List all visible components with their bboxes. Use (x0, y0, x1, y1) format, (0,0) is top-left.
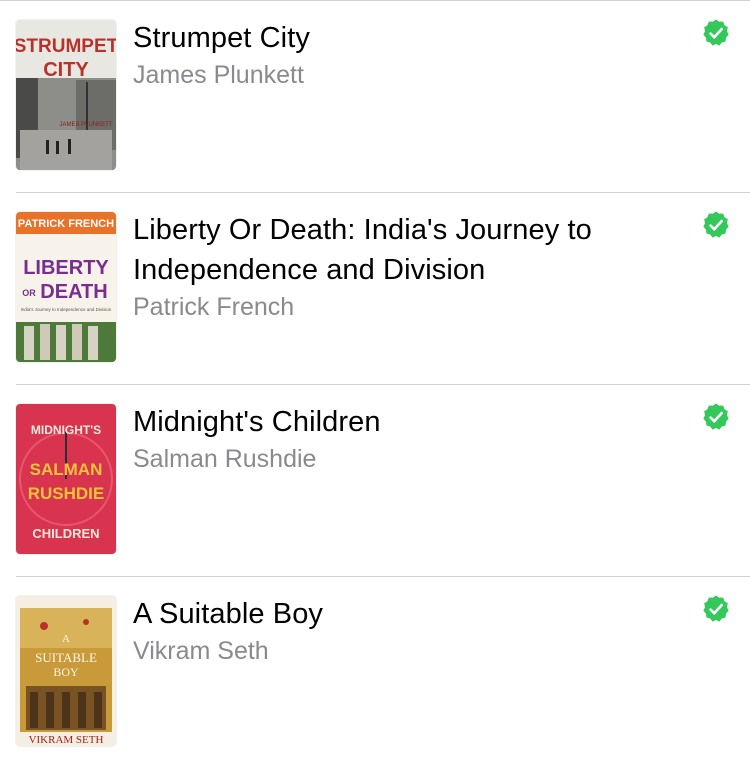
book-title: Strumpet City (133, 22, 310, 54)
list-item-a-suitable-boy[interactable]: A SUITABLE BOY VIKRAM SETH A Suitable Bo… (0, 576, 750, 768)
book-cover[interactable]: PATRICK FRENCH LIBERTY OR DEATH India's … (16, 212, 116, 362)
book-author: James Plunkett (133, 61, 304, 89)
book-title: A Suitable Boy (133, 598, 324, 630)
cover-author: PATRICK FRENCH (18, 218, 114, 230)
book-info: Strumpet City James Plunkett (133, 18, 670, 92)
list-item-midnights-children[interactable]: MIDNIGHT'S SALMAN RUSHDIE CHILDREN Midni… (0, 384, 750, 576)
cover-author-line: RUSHDIE (28, 484, 105, 503)
cover-title-line: MIDNIGHT'S (31, 423, 101, 437)
downloaded-check-icon (701, 18, 731, 48)
book-cover-image: STRUMPET CITY JAMES PLUNKETT (16, 20, 116, 170)
book-cover-image: A SUITABLE BOY VIKRAM SETH (16, 596, 116, 746)
downloaded-check-icon (701, 210, 731, 240)
book-list: STRUMPET CITY JAMES PLUNKETT Strumpet Ci… (0, 0, 750, 768)
book-info: A Suitable Boy Vikram Seth (133, 594, 670, 668)
book-title: Liberty Or Death: India's Journey to Ind… (133, 214, 592, 286)
book-cover[interactable]: A SUITABLE BOY VIKRAM SETH (16, 596, 116, 746)
book-cover-image: PATRICK FRENCH LIBERTY OR DEATH India's … (16, 212, 116, 362)
book-cover[interactable]: STRUMPET CITY JAMES PLUNKETT (16, 20, 116, 170)
cover-title-line: SUITABLE (35, 650, 97, 665)
cover-title-line: OR (22, 288, 36, 298)
book-author: Vikram Seth (133, 637, 269, 665)
cover-title-line: CHILDREN (32, 526, 99, 541)
cover-title-line: DEATH (40, 281, 107, 303)
cover-title-line: LIBERTY (23, 257, 109, 279)
book-author: Patrick French (133, 293, 295, 321)
downloaded-check-icon (701, 402, 731, 432)
book-info: Midnight's Children Salman Rushdie (133, 402, 670, 476)
cover-title-line: CITY (43, 59, 89, 81)
downloaded-check-icon (701, 594, 731, 624)
cover-author: JAMES PLUNKETT (59, 122, 112, 128)
book-cover[interactable]: MIDNIGHT'S SALMAN RUSHDIE CHILDREN (16, 404, 116, 554)
cover-subtitle: India's Journey to Independence and Divi… (21, 307, 112, 312)
cover-title-line: A (62, 633, 70, 645)
cover-author: VIKRAM SETH (29, 734, 104, 746)
book-title: Midnight's Children (133, 406, 381, 438)
list-item-strumpet-city[interactable]: STRUMPET CITY JAMES PLUNKETT Strumpet Ci… (0, 0, 750, 192)
cover-author-line: SALMAN (30, 460, 103, 479)
book-cover-image: MIDNIGHT'S SALMAN RUSHDIE CHILDREN (16, 404, 116, 554)
book-info: Liberty Or Death: India's Journey to Ind… (133, 210, 670, 324)
book-author: Salman Rushdie (133, 445, 317, 473)
cover-title-line: STRUMPET (16, 36, 116, 57)
cover-title-line: BOY (53, 665, 79, 679)
list-item-liberty-or-death[interactable]: PATRICK FRENCH LIBERTY OR DEATH India's … (0, 192, 750, 384)
